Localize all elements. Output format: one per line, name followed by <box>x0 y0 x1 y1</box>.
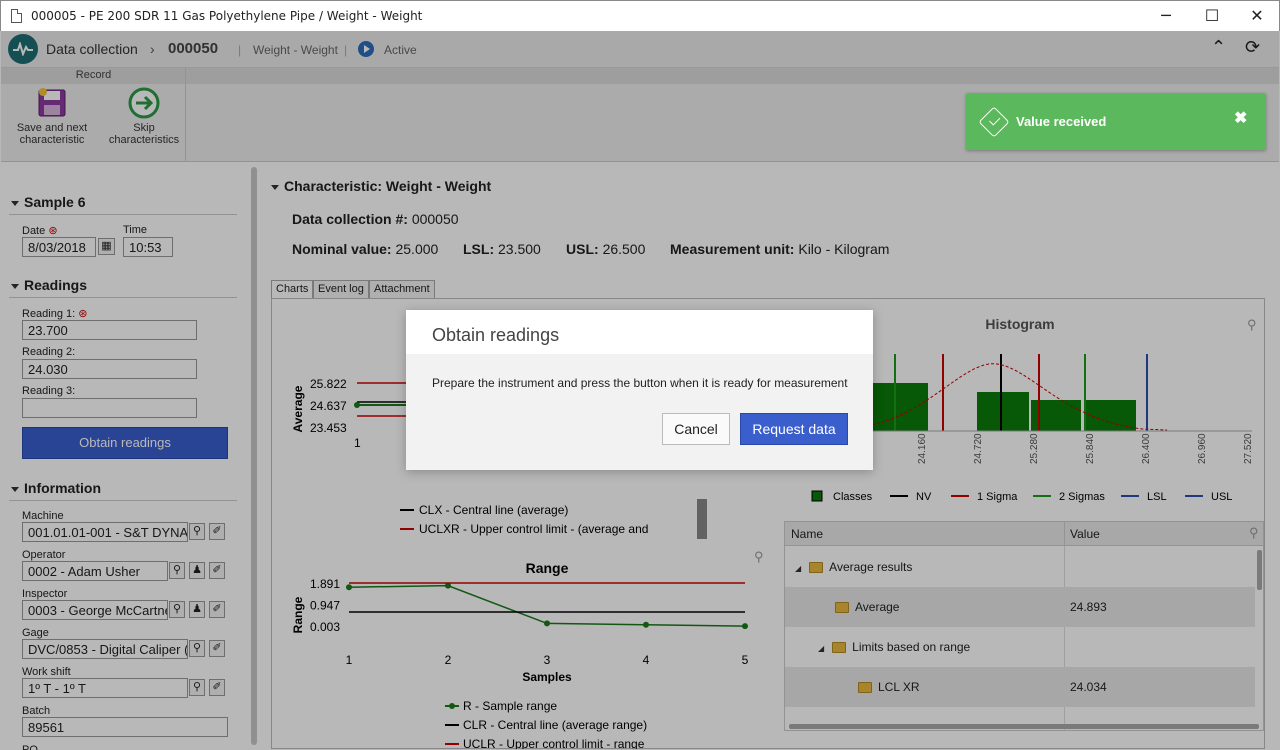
minimize-button[interactable]: ─ <box>1143 1 1189 31</box>
toast-notification: Value received ✖ <box>966 93 1266 150</box>
window-title: 000005 - PE 200 SDR 11 Gas Polyethylene … <box>31 9 423 23</box>
cancel-button[interactable]: Cancel <box>662 413 730 445</box>
request-data-button[interactable]: Request data <box>740 413 848 445</box>
toast-close-icon[interactable]: ✖ <box>1234 108 1247 128</box>
window-titlebar: 000005 - PE 200 SDR 11 Gas Polyethylene … <box>0 0 1280 31</box>
dialog-title: Obtain readings <box>406 310 873 354</box>
toast-message: Value received <box>1016 114 1107 129</box>
dialog-message: Prepare the instrument and press the but… <box>432 376 848 390</box>
document-icon <box>11 9 22 23</box>
obtain-readings-dialog: Obtain readings Prepare the instrument a… <box>406 310 873 470</box>
check-icon <box>978 106 1010 138</box>
close-window-button[interactable]: ✕ <box>1234 1 1280 31</box>
maximize-button[interactable]: ☐ <box>1189 1 1235 31</box>
